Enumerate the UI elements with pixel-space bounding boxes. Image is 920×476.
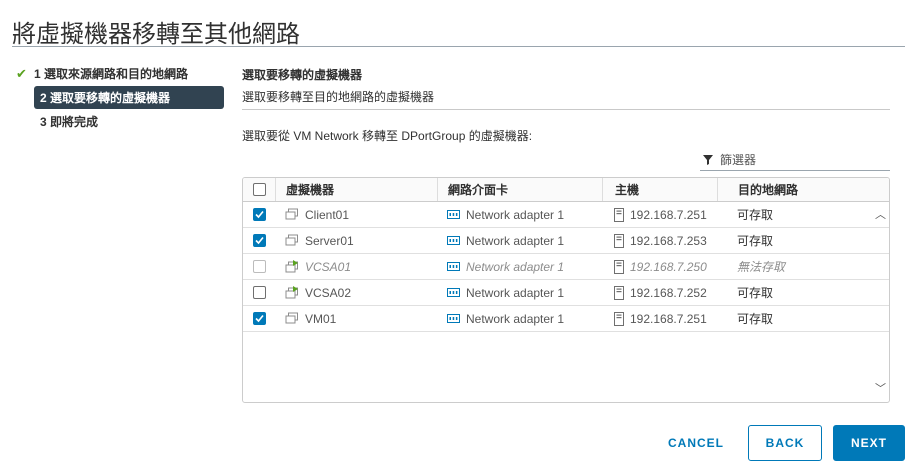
step-2-label: 2 選取要移轉的虛擬機器 [40,91,171,105]
host-cell: 192.168.7.250 [602,254,717,279]
dialog-title: 將虛擬機器移轉至其他網路 [12,21,300,48]
col-header-host[interactable]: 主機 [602,178,717,201]
step-3-label: 3 即將完成 [40,115,99,129]
select-all-cell [243,178,275,201]
checkmark-icon: ✔ [16,65,27,81]
vm-icon [285,208,299,221]
vm-cell: VCSA02 [275,280,437,305]
row-checkbox[interactable] [252,312,266,325]
network-status-cell: 可存取 [737,312,774,326]
next-button[interactable]: NEXT [833,425,905,461]
select-all-checkbox[interactable] [252,183,266,196]
row-select-cell [243,306,275,331]
row-select-cell [243,202,275,227]
step-1[interactable]: ✔ 1 選取來源網路和目的地網路 [14,62,224,85]
host-cell: 192.168.7.252 [602,280,717,305]
step-2[interactable]: 2 選取要移轉的虛擬機器 [34,86,224,109]
host-icon [614,233,624,248]
table-row: VCSA01 Network adapter 1 192.168.7.250 無法存取 [243,254,889,280]
nic-cell: Network adapter 1 [437,202,602,227]
table-row[interactable]: Server01 Network adapter 1 192.168.7.253 可存… [243,228,889,254]
cancel-button[interactable]: CANCEL [652,425,740,461]
grid-body: Client01 Network adapter 1 192.168.7.251 可存… [243,202,889,332]
vm-name: VCSA02 [305,285,352,300]
table-row[interactable]: Client01 Network adapter 1 192.168.7.251 可存… [243,202,889,228]
vm-cell: Client01 [275,202,437,227]
nic-name: Network adapter 1 [466,285,565,300]
nic-cell: Network adapter 1 [437,306,602,331]
wizard-steps: ✔ 1 選取來源網路和目的地網路 2 選取要移轉的虛擬機器 3 即將完成 [14,62,224,134]
host-address: 192.168.7.250 [630,259,707,274]
vm-icon [285,234,299,247]
host-cell: 192.168.7.251 [602,202,717,227]
vm-cell: Server01 [275,228,437,253]
filter-box[interactable] [700,149,890,171]
step-1-label: 1 選取來源網路和目的地網路 [34,67,189,81]
scroll-down-icon[interactable]: ﹀ [875,380,886,396]
funnel-icon[interactable] [700,154,716,165]
nic-name: Network adapter 1 [466,233,565,248]
nic-name: Network adapter 1 [466,207,565,222]
network-adapter-icon [447,288,460,297]
vm-datagrid: 虛擬機器 網路介面卡 主機 目的地網路 Client01 Network adap… [242,177,890,403]
table-row[interactable]: VCSA02 Network adapter 1 192.168.7.252 可存取 [243,280,889,306]
nic-cell: Network adapter 1 [437,254,602,279]
row-select-cell [243,228,275,253]
section-subheading: 選取要移轉至目的地網路的虛擬機器 [242,90,435,104]
host-cell: 192.168.7.251 [602,306,717,331]
network-status-cell: 可存取 [737,286,774,300]
vm-cell: VCSA01 [275,254,437,279]
host-icon [614,259,624,274]
col-header-vm[interactable]: 虛擬機器 [275,178,437,201]
host-address: 192.168.7.251 [630,311,707,326]
section-heading: 選取要移轉的虛擬機器 [242,68,363,82]
vm-name: VM01 [305,311,337,326]
grid-header: 虛擬機器 網路介面卡 主機 目的地網路 [243,178,889,202]
network-status-cell: 無法存取 [737,260,786,274]
col-header-network[interactable]: 目的地網路 [717,178,867,201]
network-adapter-icon [447,314,460,323]
nic-name: Network adapter 1 [466,259,565,274]
row-checkbox[interactable] [252,208,266,221]
row-checkbox [252,260,266,273]
row-select-cell [243,280,275,305]
vm-name: Server01 [305,233,354,248]
step-3: 3 即將完成 [14,110,224,133]
network-adapter-icon [447,262,460,271]
scroll-up-icon[interactable]: ︿ [875,206,886,222]
vm-cell: VM01 [275,306,437,331]
host-cell: 192.168.7.253 [602,228,717,253]
network-adapter-icon [447,210,460,219]
network-adapter-icon [447,236,460,245]
table-row[interactable]: VM01 Network adapter 1 192.168.7.251 可存取 [243,306,889,332]
section-divider [242,109,890,110]
vm-name: Client01 [305,207,350,222]
host-address: 192.168.7.252 [630,285,707,300]
back-button[interactable]: BACK [748,425,822,461]
vm-name: VCSA01 [305,259,352,274]
nic-name: Network adapter 1 [466,311,565,326]
row-select-cell [243,254,275,279]
filter-input[interactable] [720,152,880,167]
col-header-nic[interactable]: 網路介面卡 [437,178,602,201]
host-address: 192.168.7.251 [630,207,707,222]
row-checkbox[interactable] [252,234,266,247]
network-status-cell: 可存取 [737,208,774,222]
host-icon [614,207,624,222]
nic-cell: Network adapter 1 [437,280,602,305]
instruction-text: 選取要從 VM Network 移轉至 DPortGroup 的虛擬機器: [242,129,533,143]
vm-powered-on-icon [285,286,299,299]
host-address: 192.168.7.253 [630,233,707,248]
nic-cell: Network adapter 1 [437,228,602,253]
host-icon [614,311,624,326]
vm-powered-on-icon [285,260,299,273]
title-divider [12,46,905,47]
host-icon [614,285,624,300]
network-status-cell: 可存取 [737,234,774,248]
vm-icon [285,312,299,325]
row-checkbox[interactable] [252,286,266,299]
